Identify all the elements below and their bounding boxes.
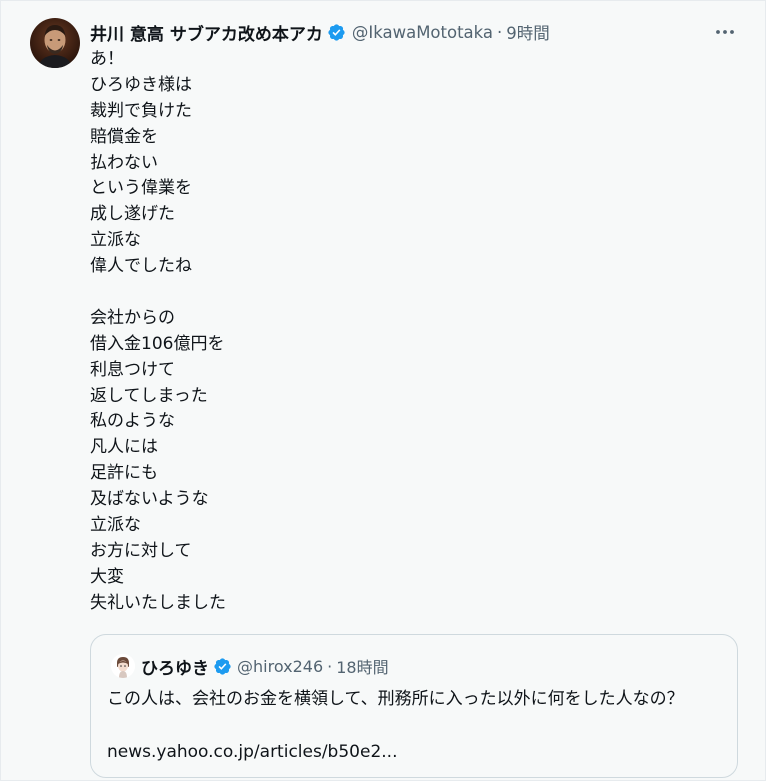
- tweet-text-line: お方に対して: [90, 540, 192, 561]
- user-handle[interactable]: @IkawaMototaka: [352, 23, 493, 42]
- quoted-display-name[interactable]: ひろゆき: [141, 654, 209, 679]
- tweet-text-line: 返してしまった: [90, 385, 208, 406]
- tweet-text-line: 会社からの: [90, 307, 175, 328]
- tweet-text-line: 借入金106億円を: [90, 333, 225, 354]
- verified-badge-icon[interactable]: [213, 657, 232, 676]
- tweet-text-line: あ！: [90, 49, 124, 69]
- tweet-text-line: 失礼いたしました: [90, 592, 226, 613]
- quoted-tweet-link[interactable]: news.yahoo.co.jp/articles/b50e2...: [107, 739, 397, 765]
- tweet-header: 井川 意高 サブアカ改め本アカ @IkawaMototaka · 9時間: [90, 19, 550, 45]
- tweet-text-paragraph-2: 会社からの 借入金106億円を 利息つけて 返してしまった 私のような 凡人には…: [90, 306, 226, 617]
- tweet-text-paragraph-1: あ！ ひろゆき様は 裁判で負けた 賠償金を 払わない という偉業を 成し遂げた …: [90, 47, 226, 280]
- tweet-text-line: 払わない: [90, 152, 158, 173]
- quoted-tweet-header: ひろゆき @hirox246 · 18時間: [141, 653, 389, 679]
- display-name[interactable]: 井川 意高 サブアカ改め本アカ: [90, 20, 323, 45]
- tweet-text-line: 利息つけて: [90, 359, 175, 380]
- user-avatar-icon[interactable]: [30, 18, 80, 68]
- tweet-text-line: 裁判で負けた: [90, 100, 192, 121]
- separator-dot: ·: [497, 22, 503, 42]
- tweet-text-line: 及ばないような: [90, 489, 209, 510]
- tweet-text-line: 立派な: [90, 230, 141, 251]
- tweet-text-line: 賠償金を: [90, 126, 158, 147]
- tweet-timestamp[interactable]: 9時間: [506, 20, 550, 44]
- quoted-tweet[interactable]: ひろゆき @hirox246 · 18時間 この人は、会社のお金を横領して、刑務…: [90, 634, 738, 778]
- tweet-text-line: ひろゆき様は: [90, 74, 192, 95]
- quoted-tweet-timestamp[interactable]: 18時間: [336, 654, 388, 678]
- more-options-icon[interactable]: [714, 23, 736, 41]
- tweet-text-line: 大変: [90, 566, 124, 587]
- tweet-text-line: 足許にも: [90, 463, 158, 484]
- tweet-text-line: という偉業を: [90, 178, 192, 199]
- tweet-text-line: 凡人には: [90, 437, 158, 458]
- separator-dot: ·: [327, 656, 333, 676]
- tweet-card[interactable]: 井川 意高 サブアカ改め本アカ @IkawaMototaka · 9時間 あ！ …: [0, 0, 766, 781]
- quoted-user-handle[interactable]: @hirox246: [237, 657, 323, 676]
- verified-badge-icon[interactable]: [327, 23, 346, 42]
- tweet-text-line: 偉人でしたね: [90, 256, 192, 277]
- tweet-text-line: 立派な: [90, 515, 141, 536]
- quoted-tweet-text: この人は、会社のお金を横領して、刑務所に入った以外に何をした人なの？: [107, 689, 684, 709]
- tweet-text-line: 私のような: [90, 411, 175, 432]
- tweet-text-line: 成し遂げた: [90, 204, 175, 225]
- tweet-text: あ！ ひろゆき様は 裁判で負けた 賠償金を 払わない という偉業を 成し遂げた …: [90, 47, 226, 617]
- quoted-user-avatar-icon[interactable]: [111, 654, 135, 678]
